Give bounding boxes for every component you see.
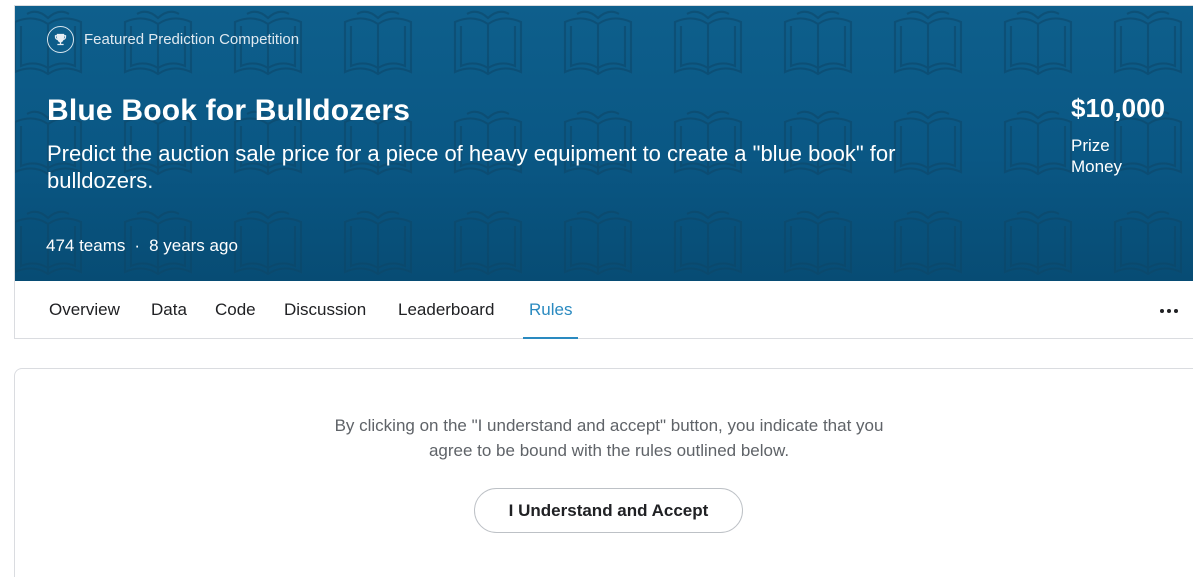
competition-header-card: Featured Prediction Competition Blue Boo… xyxy=(14,5,1193,339)
competition-age: 8 years ago xyxy=(149,236,238,255)
competition-type-label: Featured Prediction Competition xyxy=(84,31,300,48)
trophy-icon xyxy=(47,26,74,53)
tab-leaderboard[interactable]: Leaderboard xyxy=(392,281,500,339)
competition-meta: 474 teams · 8 years ago xyxy=(46,236,238,256)
competition-tabs: Overview Data Code Discussion Leaderboar… xyxy=(15,281,1193,339)
tab-discussion[interactable]: Discussion xyxy=(278,281,372,339)
rules-notice-line-2: agree to be bound with the rules outline… xyxy=(428,441,790,460)
competition-subtitle: Predict the auction sale price for a pie… xyxy=(47,141,896,193)
tab-rules[interactable]: Rules xyxy=(523,281,579,339)
competition-title: Blue Book for Bulldozers xyxy=(47,94,411,127)
more-horizontal-icon[interactable] xyxy=(1159,301,1179,321)
prize-amount: $10,000 xyxy=(1071,93,1165,123)
rules-notice: By clicking on the "I understand and acc… xyxy=(15,413,1193,463)
tab-data[interactable]: Data xyxy=(145,281,193,339)
rules-acceptance-card: By clicking on the "I understand and acc… xyxy=(14,368,1193,577)
tab-code[interactable]: Code xyxy=(209,281,262,339)
competition-type-badge: Featured Prediction Competition xyxy=(47,26,299,53)
competition-page: Featured Prediction Competition Blue Boo… xyxy=(0,0,1193,577)
rules-notice-line-1: By clicking on the "I understand and acc… xyxy=(334,416,884,435)
tab-overview[interactable]: Overview xyxy=(43,281,126,339)
accept-rules-button[interactable]: I Understand and Accept xyxy=(474,488,743,533)
team-count: 474 teams xyxy=(46,236,126,255)
competition-banner: Featured Prediction Competition Blue Boo… xyxy=(15,6,1193,281)
prize-label: Prize Money xyxy=(1071,136,1123,176)
meta-separator: · xyxy=(134,236,141,255)
